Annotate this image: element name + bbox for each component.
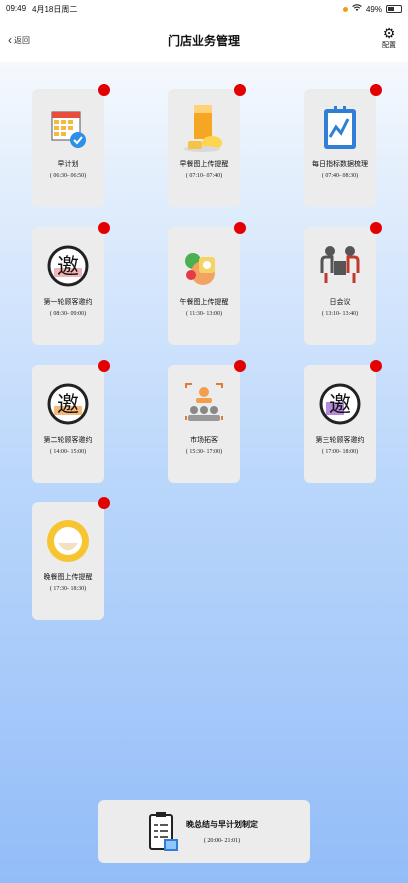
summary-icon [148,809,180,855]
calendar-check-icon [45,103,91,153]
card-label: 市场拓客 [190,437,218,444]
nav-bar: ‹ 返回 门店业务管理 ⚙ 配置 [0,18,408,62]
card-time: ( 07:40- 08:30) [321,173,359,179]
invite-icon: 邀 [317,379,363,429]
evening-summary-label: 晚总结与早计划制定 [186,820,258,829]
card-time: ( 15:30- 17:00) [185,449,223,455]
invite-icon: 邀 [45,379,91,429]
svg-text:邀: 邀 [57,393,79,418]
notification-badge [98,497,110,509]
card-time: ( 07:10- 07:40) [185,173,223,179]
status-time: 09:49 [6,3,27,13]
dinner-icon [45,516,91,566]
card-label: 午餐图上传提醒 [179,299,229,306]
wifi-icon [352,4,362,14]
settings-label: 配置 [382,42,396,49]
card-morning-plan[interactable]: 早计划 ( 06:30- 06:50) [32,84,110,207]
card-label: 早计划 [57,161,79,168]
notification-badge [234,360,246,372]
page-title: 门店业务管理 [167,33,240,48]
card-time: ( 17:00- 18:00) [321,449,359,455]
back-label: 返回 [14,35,30,45]
lunch-icon [181,241,227,291]
status-bar: 09:49 4月18日周二 49% [0,0,408,18]
card-daily-meeting[interactable]: 日会议 ( 13:10- 13:40) [304,222,382,345]
card-label: 每日指标数据梳理 [312,161,368,168]
settings-button[interactable]: ⚙ 配置 [382,26,396,50]
notification-badge [234,222,246,234]
notification-badge [98,360,110,372]
card-invite-round-1[interactable]: 邀 第一轮顾客邀约 ( 08:30- 09:00) [32,222,110,345]
card-label: 第二轮顾客邀约 [43,437,93,444]
card-breakfast-upload[interactable]: 早餐图上传提醒 ( 07:10- 07:40) [168,84,246,207]
card-dinner-upload[interactable]: 晚餐图上传提醒 ( 17:30- 18:30) [32,497,110,620]
card-time: ( 14:00- 15:00) [49,449,87,455]
card-invite-round-3[interactable]: 邀 第三轮顾客邀约 ( 17:00- 18:00) [304,360,382,483]
card-label: 晚餐图上传提醒 [43,574,93,581]
card-lunch-upload[interactable]: 午餐图上传提醒 ( 11:30- 13:00) [168,222,246,345]
card-label: 第三轮顾客邀约 [315,437,365,444]
notification-badge [98,222,110,234]
card-time: ( 08:30- 09:00) [49,311,87,317]
card-time: ( 13:10- 13:40) [321,311,359,317]
card-time: ( 17:30- 18:30) [49,586,87,592]
breakfast-icon [181,103,227,153]
meeting-icon [317,241,363,291]
notification-badge [98,84,110,96]
card-time: ( 11:30- 13:00) [185,311,223,317]
notification-badge [370,84,382,96]
card-label: 日会议 [329,299,351,306]
location-dot-icon [342,6,348,12]
card-label: 第一轮顾客邀约 [43,299,93,306]
evening-summary-card[interactable]: 晚总结与早计划制定 ( 20:00- 21:01) [98,800,310,863]
card-invite-round-2[interactable]: 邀 第二轮顾客邀约 ( 14:00- 15:00) [32,360,110,483]
evening-summary-time: ( 20:00- 21:01) [203,838,241,844]
card-market-outreach[interactable]: 市场拓客 ( 15:30- 17:00) [168,360,246,483]
notification-badge [370,222,382,234]
market-icon [181,379,227,429]
card-time: ( 06:30- 06:50) [49,173,87,179]
notification-badge [370,360,382,372]
battery-percent: 49% [365,4,382,14]
battery-icon [386,5,402,13]
notification-badge [234,84,246,96]
card-label: 早餐图上传提醒 [179,161,229,168]
chevron-left-icon: ‹ [8,33,12,47]
status-date: 4月18日周二 [32,4,78,14]
card-daily-metrics[interactable]: 每日指标数据梳理 ( 07:40- 08:30) [304,84,382,207]
invite-icon: 邀 [45,241,91,291]
svg-text:邀: 邀 [57,255,79,280]
gear-icon: ⚙ [382,25,396,41]
data-chart-icon [317,103,363,153]
svg-text:邀: 邀 [329,393,351,418]
back-button[interactable]: ‹ 返回 [8,34,30,46]
